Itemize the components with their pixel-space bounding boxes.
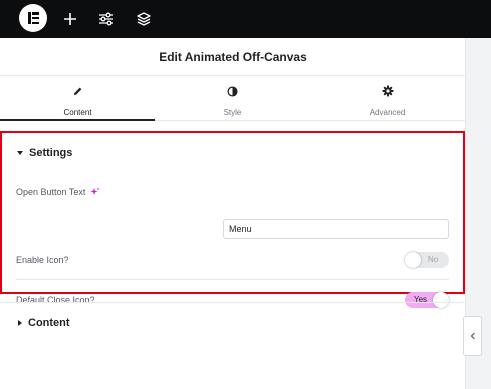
open-button-text-label-text: Open Button Text [16, 187, 86, 197]
half-circle-icon [227, 84, 238, 102]
section-divider [16, 279, 449, 280]
top-toolbar [0, 0, 491, 38]
toggle-knob [405, 252, 421, 268]
chevron-left-icon [470, 327, 476, 345]
open-button-text-value: Menu [229, 224, 252, 234]
settings-section: Settings Open Button Text Menu Enable Ic… [0, 131, 465, 308]
enable-icon-label: Enable Icon? [16, 255, 69, 265]
content-section-header[interactable]: Content [18, 317, 70, 329]
tab-content-label: Content [63, 108, 92, 117]
open-button-text-input[interactable]: Menu [223, 219, 449, 239]
tab-style-label: Style [223, 108, 242, 117]
sliders-icon[interactable] [96, 9, 116, 29]
content-section: Content [0, 302, 466, 340]
tab-content[interactable]: Content [0, 76, 155, 121]
gear-icon [382, 84, 394, 102]
settings-section-title: Settings [29, 147, 73, 159]
caret-down-icon [17, 151, 23, 155]
plus-icon[interactable] [60, 9, 80, 29]
caret-right-icon [18, 320, 22, 326]
ai-sparkle-icon[interactable] [90, 187, 100, 197]
layers-icon[interactable] [134, 9, 154, 29]
elementor-logo-icon[interactable] [19, 4, 47, 32]
open-button-text-label: Open Button Text [16, 187, 100, 197]
pencil-icon [72, 84, 83, 102]
content-section-title: Content [28, 317, 70, 329]
tab-style[interactable]: Style [155, 76, 310, 121]
tab-advanced-label: Advanced [369, 108, 406, 117]
panel-tabs: Content Style Advanced [0, 76, 466, 121]
settings-section-header[interactable]: Settings [17, 147, 72, 159]
enable-icon-toggle[interactable]: No [405, 252, 449, 268]
panel-title: Edit Animated Off-Canvas [0, 38, 466, 76]
tab-advanced[interactable]: Advanced [310, 76, 465, 121]
editor-panel: Edit Animated Off-Canvas Content Style A… [0, 38, 466, 389]
collapse-panel-button[interactable] [463, 316, 482, 356]
enable-icon-state: No [428, 255, 439, 264]
